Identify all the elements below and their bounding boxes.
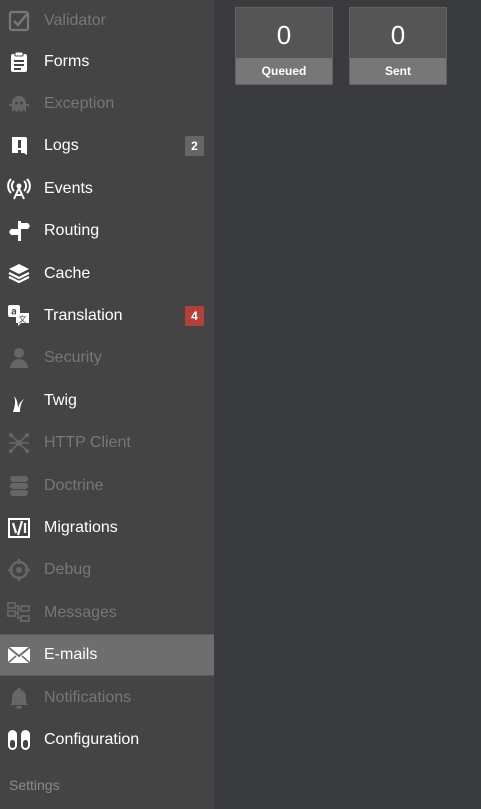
sidebar-item-validator[interactable]: Validator <box>0 0 214 42</box>
sidebar-item-label: Exception <box>44 95 115 112</box>
queued-count: 0 <box>276 20 292 50</box>
queued-label: Queued <box>236 58 332 84</box>
sidebar-item-label: Cache <box>44 265 91 282</box>
sidebar-item-label: Doctrine <box>44 477 104 494</box>
sidebar-item-security[interactable]: Security <box>0 337 214 379</box>
sidebar-item-label: E-mails <box>44 646 98 663</box>
sidebar-item-cache[interactable]: Cache <box>0 253 214 295</box>
signpost-icon <box>7 219 31 243</box>
log-count-badge: 2 <box>185 136 204 156</box>
sidebar-item-label: Validator <box>44 12 106 29</box>
sidebar-item-migrations[interactable]: Migrations <box>0 507 214 549</box>
migrations-icon <box>7 516 31 540</box>
sidebar-item-label: Notifications <box>44 689 132 706</box>
sidebar-item-label: Events <box>44 180 93 197</box>
settings-link[interactable]: Settings <box>9 777 60 793</box>
svg-text:文: 文 <box>19 314 27 324</box>
bus-icon <box>7 601 31 625</box>
sidebar-item-exception[interactable]: Exception <box>0 83 214 125</box>
sidebar-item-doctrine[interactable]: Doctrine <box>0 465 214 507</box>
bell-icon <box>7 686 31 710</box>
sidebar-item-label: Twig <box>44 392 77 409</box>
sidebar-item-routing[interactable]: Routing <box>0 210 214 252</box>
sidebar-item-logs[interactable]: Logs 2 <box>0 125 214 167</box>
sidebar-item-label: Messages <box>44 604 117 621</box>
sidebar-item-http-client[interactable]: HTTP Client <box>0 422 214 464</box>
sidebar: Validator Forms Exception Logs 2 Events … <box>0 0 214 809</box>
sidebar-item-twig[interactable]: Twig <box>0 380 214 422</box>
sidebar-item-label: Routing <box>44 222 100 239</box>
envelope-icon <box>7 643 31 667</box>
sent-metric: 0 Sent <box>349 7 447 85</box>
sidebar-item-label: Migrations <box>44 519 118 536</box>
sidebar-item-debug[interactable]: Debug <box>0 549 214 591</box>
sidebar-item-label: Forms <box>44 53 90 70</box>
sidebar-item-label: Configuration <box>44 731 140 748</box>
sidebar-item-label: Security <box>44 349 102 366</box>
sidebar-item-translation[interactable]: a文 Translation 4 <box>0 295 214 337</box>
broadcast-icon <box>7 177 31 201</box>
profiler-panel: Validator Forms Exception Logs 2 Events … <box>0 0 481 809</box>
sent-label: Sent <box>350 58 446 84</box>
validator-check-icon <box>7 9 31 33</box>
sidebar-item-label: Logs <box>44 137 79 154</box>
user-icon <box>7 346 31 370</box>
sidebar-item-emails[interactable]: E-mails <box>0 634 214 676</box>
network-icon <box>7 431 31 455</box>
database-icon <box>7 474 31 498</box>
crosshair-icon <box>7 558 31 582</box>
sidebar-item-messages[interactable]: Messages <box>0 592 214 634</box>
queued-metric: 0 Queued <box>235 7 333 85</box>
sidebar-item-configuration[interactable]: Configuration <box>0 719 214 761</box>
toggle-icon <box>7 728 31 752</box>
twig-icon <box>7 389 31 413</box>
clipboard-icon <box>7 50 31 74</box>
translation-count-badge: 4 <box>185 306 204 326</box>
translate-icon: a文 <box>7 304 31 328</box>
sidebar-item-forms[interactable]: Forms <box>0 41 214 83</box>
sidebar-item-label: Translation <box>44 307 123 324</box>
sidebar-item-label: HTTP Client <box>44 434 131 451</box>
sidebar-item-notifications[interactable]: Notifications <box>0 677 214 719</box>
layers-icon <box>7 262 31 286</box>
sent-count: 0 <box>390 20 406 50</box>
log-exclamation-icon <box>7 134 31 158</box>
sidebar-item-events[interactable]: Events <box>0 168 214 210</box>
sidebar-item-label: Debug <box>44 561 92 578</box>
ghost-icon <box>7 92 31 116</box>
